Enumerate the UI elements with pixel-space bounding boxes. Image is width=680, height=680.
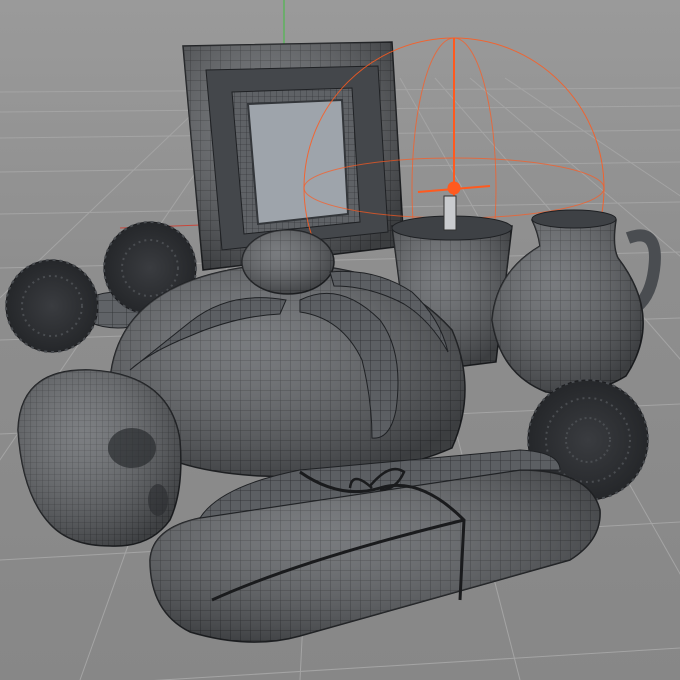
sugar-skull-object[interactable] (17, 369, 182, 547)
viewport-canvas[interactable] (0, 0, 680, 680)
3d-viewport[interactable] (0, 0, 680, 680)
jug-object[interactable] (491, 209, 661, 395)
wrapped-package-object[interactable] (149, 449, 601, 643)
